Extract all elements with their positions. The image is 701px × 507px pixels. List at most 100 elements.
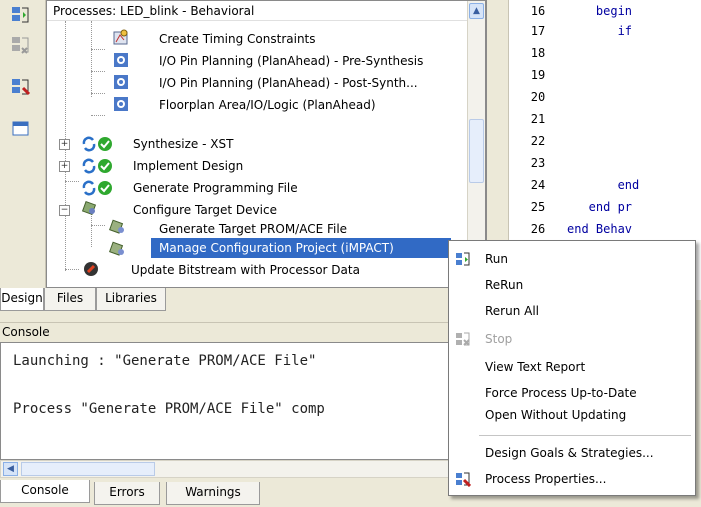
tab-files[interactable]: Files — [44, 288, 96, 311]
prom-icon — [109, 219, 125, 235]
process-item-configure-target-device[interactable]: Configure Target Device — [133, 200, 277, 220]
properties-icon — [455, 471, 472, 488]
tree-guide — [65, 269, 79, 270]
menu-item-label: Process Properties... — [485, 472, 607, 486]
run-process-icon[interactable] — [10, 4, 32, 26]
processes-pane: Processes: LED_blink - Behavioral Create… — [46, 0, 486, 288]
console-title: Console — [2, 325, 50, 339]
run-icon — [455, 251, 471, 267]
line-number: 23 — [530, 156, 546, 170]
line-number: 22 — [530, 134, 546, 148]
menu-separator — [479, 435, 691, 436]
expand-implement-design[interactable]: + — [59, 161, 70, 172]
planahead-icon — [113, 52, 129, 68]
process-item-io-pin-post-synthesis[interactable]: I/O Pin Planning (PlanAhead) - Post-Synt… — [159, 73, 418, 93]
process-item-generate-programming-file[interactable]: Generate Programming File — [133, 178, 298, 198]
refresh-icon — [81, 180, 97, 196]
menu-item-label: ReRun — [485, 278, 524, 292]
line-number: 26 — [530, 222, 546, 236]
design-tab-bar: Design Files Libraries — [0, 288, 486, 322]
hscroll-thumb[interactable] — [21, 462, 155, 476]
context-menu: Run ReRun Rerun All Stop View Text Repor… — [448, 240, 696, 496]
console-line: Launching : "Generate PROM/ACE File" — [13, 353, 317, 369]
line-number: 18 — [530, 46, 546, 60]
menu-item-label: Run — [485, 252, 509, 266]
expand-synthesize[interactable]: + — [59, 139, 70, 150]
processes-title: Processes: LED_blink - Behavioral — [47, 1, 467, 21]
tree-guide — [91, 21, 92, 97]
refresh-icon — [81, 136, 97, 152]
console-header: Console — [0, 322, 486, 342]
menu-item-process-properties[interactable]: Process Properties... — [449, 467, 695, 491]
code-line: end pr — [567, 200, 633, 214]
menu-item-label: Force Process Up-to-Date — [485, 386, 637, 400]
bitstream-icon — [83, 261, 99, 277]
process-item-create-timing-constraints[interactable]: Create Timing Constraints — [159, 29, 316, 49]
console-output[interactable]: Launching : "Generate PROM/ACE File" Pro… — [0, 342, 486, 460]
line-number: 24 — [530, 178, 546, 192]
tab-warnings[interactable]: Warnings — [166, 482, 260, 505]
check-ok-icon — [97, 180, 113, 196]
planahead-icon — [113, 74, 129, 90]
console-line: Process "Generate PROM/ACE File" comp — [13, 401, 325, 417]
tree-guide — [91, 115, 105, 116]
window-layout-icon[interactable] — [10, 118, 32, 140]
line-number: 20 — [530, 90, 546, 104]
check-ok-icon — [97, 136, 113, 152]
console-tab-bar: Console Errors Warnings — [0, 478, 486, 507]
tree-guide — [65, 181, 79, 182]
console-horizontal-scrollbar[interactable]: ◀ — [0, 460, 486, 478]
menu-item-rerun-all[interactable]: Rerun All — [449, 299, 695, 323]
process-item-floorplan[interactable]: Floorplan Area/IO/Logic (PlanAhead) — [159, 95, 376, 115]
code-line: if — [567, 24, 633, 38]
line-number: 16 — [530, 4, 546, 18]
line-number: 25 — [530, 200, 546, 214]
menu-item-rerun[interactable]: ReRun — [449, 273, 695, 297]
menu-item-design-goals[interactable]: Design Goals & Strategies... — [449, 441, 695, 465]
timing-icon — [113, 29, 129, 45]
tree-guide — [91, 71, 105, 72]
menu-item-label: View Text Report — [485, 360, 586, 374]
tab-console[interactable]: Console — [0, 480, 90, 503]
scroll-up-icon[interactable]: ▲ — [469, 3, 484, 19]
line-number: 19 — [530, 68, 546, 82]
process-item-manage-configuration-project[interactable]: Manage Configuration Project (iMPACT) — [159, 238, 394, 258]
tab-design[interactable]: Design — [0, 288, 44, 311]
device-icon — [81, 200, 97, 216]
code-line: begin — [567, 4, 633, 18]
tab-libraries[interactable]: Libraries — [96, 288, 166, 311]
code-line: end — [567, 178, 640, 192]
code-line: end Behav — [567, 222, 633, 236]
menu-item-label: Open Without Updating — [485, 408, 627, 422]
check-ok-icon — [97, 158, 113, 174]
planahead-icon — [113, 96, 129, 112]
refresh-icon — [81, 158, 97, 174]
menu-item-stop: Stop — [449, 327, 695, 351]
menu-item-label: Rerun All — [485, 304, 540, 318]
menu-item-open-without-updating[interactable]: Open Without Updating — [449, 403, 695, 427]
stop-icon — [455, 331, 471, 347]
stop-process-icon[interactable] — [10, 34, 32, 56]
menu-item-force-up-to-date[interactable]: Force Process Up-to-Date — [449, 381, 695, 405]
tree-guide — [91, 93, 105, 94]
menu-item-run[interactable]: Run — [449, 247, 695, 271]
properties-process-icon[interactable] — [10, 76, 32, 98]
line-number: 17 — [530, 24, 546, 38]
tree-guide — [91, 49, 105, 50]
tab-errors[interactable]: Errors — [94, 482, 160, 505]
line-number: 21 — [530, 112, 546, 126]
impact-icon — [109, 241, 125, 257]
collapse-configure-target-device[interactable]: − — [59, 205, 70, 216]
process-toolbar — [0, 0, 46, 288]
scroll-thumb[interactable] — [469, 119, 484, 183]
menu-item-view-text-report[interactable]: View Text Report — [449, 355, 695, 379]
process-item-synthesize[interactable]: Synthesize - XST — [133, 134, 233, 154]
menu-item-label: Stop — [485, 332, 513, 346]
process-item-io-pin-pre-synthesis[interactable]: I/O Pin Planning (PlanAhead) - Pre-Synth… — [159, 51, 423, 71]
tree-guide — [91, 225, 105, 226]
scroll-left-icon[interactable]: ◀ — [3, 462, 18, 476]
process-item-update-bitstream[interactable]: Update Bitstream with Processor Data — [131, 260, 360, 280]
menu-item-label: Design Goals & Strategies... — [485, 446, 654, 460]
process-item-implement-design[interactable]: Implement Design — [133, 156, 243, 176]
process-item-generate-target-prom[interactable]: Generate Target PROM/ACE File — [159, 219, 347, 239]
